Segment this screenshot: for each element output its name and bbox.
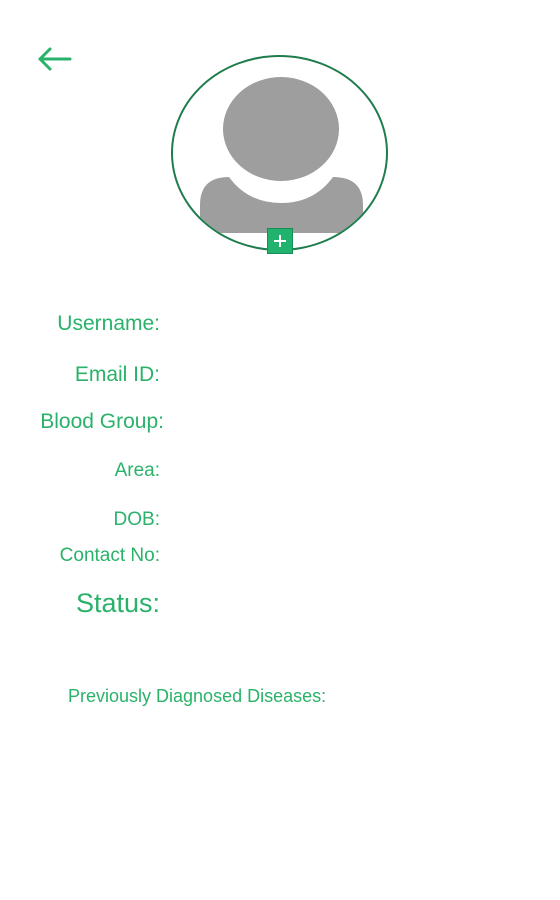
dob-label: DOB: — [113, 509, 160, 530]
profile-screen: Username: Email ID: Blood Group: Area: D… — [0, 0, 560, 900]
blood-group-label: Blood Group: — [40, 410, 164, 433]
plus-icon — [274, 235, 286, 247]
status-label: Status: — [75, 588, 160, 618]
email-label: Email ID: — [74, 363, 160, 386]
arrow-left-icon — [38, 47, 72, 71]
diseases-label: Previously Diagnosed Diseases: — [68, 686, 327, 706]
avatar-frame — [171, 55, 388, 251]
username-label: Username: — [57, 312, 160, 335]
profile-avatar[interactable] — [171, 55, 388, 254]
add-photo-button[interactable] — [267, 228, 293, 254]
user-placeholder-icon — [200, 77, 363, 233]
area-label: Area: — [114, 460, 160, 481]
back-button[interactable] — [36, 44, 74, 74]
contact-label: Contact No: — [59, 545, 160, 566]
